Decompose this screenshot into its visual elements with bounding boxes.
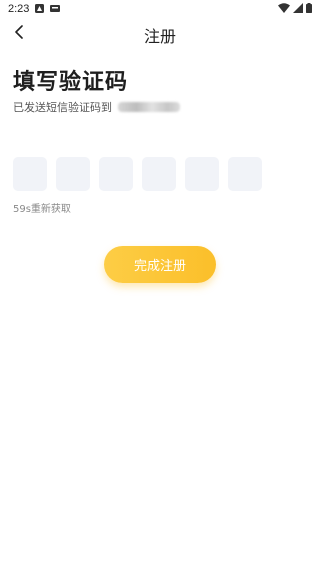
code-digit-box[interactable] [56,157,90,191]
page-title: 注册 [143,27,176,46]
resend-countdown: 59s重新获取 [13,204,71,215]
nav-bar: 注册 [0,18,320,48]
code-digit-box[interactable] [185,157,219,191]
verification-heading: 填写验证码 [13,70,129,95]
verification-code-input[interactable] [13,157,262,191]
cell-signal-icon [293,2,303,16]
battery-icon [306,2,312,16]
masked-phone-number [118,102,180,112]
status-left: 2:23 [8,3,61,16]
sent-info-row: 已发送短信验证码到 [13,99,180,115]
code-digit-box[interactable] [228,157,262,191]
code-digit-box[interactable] [13,157,47,191]
status-time: 2:23 [8,3,30,15]
notification-a-icon [35,3,45,16]
notification-box-icon [50,3,61,16]
sent-info-text: 已发送短信验证码到 [13,101,112,114]
wifi-icon [278,2,290,16]
status-bar: 2:23 [0,0,320,18]
status-right [278,2,312,16]
code-digit-box[interactable] [142,157,176,191]
code-digit-box[interactable] [99,157,133,191]
complete-registration-button[interactable]: 完成注册 [104,246,216,283]
